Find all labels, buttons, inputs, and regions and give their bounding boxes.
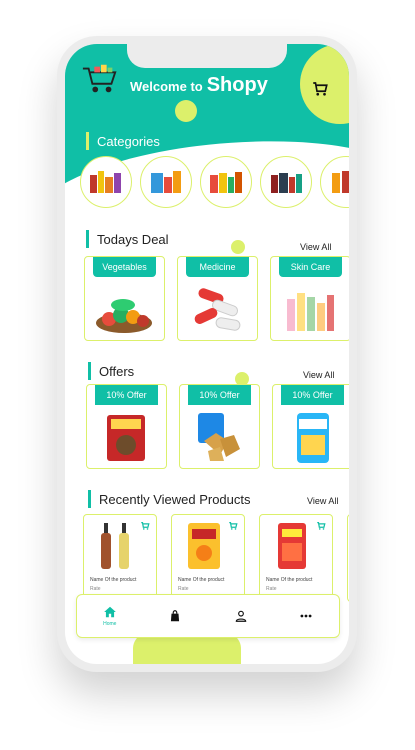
category-grocery-items[interactable] (200, 156, 252, 208)
oil-pouch-image (188, 523, 220, 569)
brand-name: Shopy (206, 74, 268, 96)
profile-icon (235, 610, 247, 622)
phone-frame: Welcome to Shopy Categories Todays Deal … (57, 36, 357, 672)
product-name: Name Of the product (90, 577, 137, 583)
masala-pack-image (107, 415, 145, 461)
welcome-text: Welcome to (130, 79, 203, 94)
todays-deal-view-all-link[interactable]: View All (300, 242, 331, 252)
recently-viewed-list: Name Of the product Rate Name Of the pro… (83, 514, 349, 602)
categories-heading: Categories (86, 132, 160, 150)
oil-bottles-image (101, 523, 129, 569)
spices-image (90, 171, 121, 193)
add-to-cart-icon[interactable] (140, 521, 150, 531)
packaged-foods-image (151, 171, 181, 193)
offer-label: 10% Offer (188, 385, 251, 405)
category-household[interactable] (320, 156, 349, 208)
offer-label: 10% Offer (95, 385, 158, 405)
category-spices[interactable] (80, 156, 132, 208)
offer-card[interactable]: 10% Offer (179, 384, 260, 469)
phone-notch (127, 44, 287, 68)
deal-label: Skin Care (279, 257, 342, 277)
snack-pack-image (297, 413, 329, 463)
product-name: Name Of the product (266, 577, 313, 583)
product-rate: Rate (266, 586, 277, 592)
vegetables-image (96, 299, 152, 333)
chips-pack-image (198, 413, 240, 461)
categories-title: Categories (97, 133, 160, 149)
shopping-bag-icon (171, 610, 180, 622)
home-icon (103, 606, 116, 618)
nav-home[interactable]: Home (90, 596, 130, 636)
welcome-banner: Welcome to Shopy (130, 74, 268, 97)
add-to-cart-icon[interactable] (316, 521, 326, 531)
todays-deal-title: Todays Deal (97, 231, 169, 247)
bottom-navigation: Home (76, 594, 340, 638)
deal-label: Medicine (186, 257, 249, 277)
deal-card-skin-care[interactable]: Skin Care (270, 256, 349, 341)
shopping-cart-logo-icon (82, 64, 117, 93)
product-card[interactable]: Name Of the product Rate (83, 514, 157, 602)
category-beverages[interactable] (260, 156, 312, 208)
app-screen: Welcome to Shopy Categories Todays Deal … (65, 44, 349, 664)
decorative-dot (231, 240, 245, 254)
nav-home-label: Home (103, 621, 117, 627)
household-image (332, 171, 349, 193)
add-to-cart-icon[interactable] (228, 521, 238, 531)
recently-viewed-view-all-link[interactable]: View All (307, 496, 338, 506)
nav-shopping-bag[interactable] (155, 596, 195, 636)
product-rate: Rate (90, 586, 101, 592)
offer-card[interactable]: 10% Offer (272, 384, 349, 469)
nav-profile[interactable] (221, 596, 261, 636)
todays-deal-list: Vegetables Medicine Skin Care (84, 256, 349, 341)
decorative-dot (175, 100, 197, 122)
chilli-powder-pack-image (278, 523, 306, 569)
grocery-items-image (210, 172, 242, 193)
category-list (80, 156, 349, 208)
deal-card-vegetables[interactable]: Vegetables (84, 256, 165, 341)
cart-icon[interactable] (311, 80, 329, 98)
offers-heading: Offers (88, 362, 134, 380)
offer-label: 10% Offer (281, 385, 344, 405)
category-packaged-foods[interactable] (140, 156, 192, 208)
skin-care-image (287, 293, 334, 331)
deal-label: Vegetables (93, 257, 156, 277)
product-name: Name Of the product (178, 577, 225, 583)
offer-card[interactable]: 10% Offer (86, 384, 167, 469)
offers-title: Offers (99, 363, 135, 379)
recently-viewed-heading: Recently Viewed Products (88, 490, 251, 508)
todays-deal-heading: Todays Deal (86, 230, 169, 248)
product-card-partial[interactable] (347, 514, 349, 602)
more-icon (300, 614, 312, 618)
product-card[interactable]: Name Of the product Rate (171, 514, 245, 602)
medicine-image (194, 288, 241, 331)
beverages-image (271, 173, 302, 193)
product-card[interactable]: Name Of the product Rate (259, 514, 333, 602)
deal-card-medicine[interactable]: Medicine (177, 256, 258, 341)
offers-list: 10% Offer 10% Offer 10% Offer (86, 384, 349, 469)
product-rate: Rate (178, 586, 189, 592)
offers-view-all-link[interactable]: View All (303, 370, 334, 380)
nav-more[interactable] (286, 596, 326, 636)
recently-viewed-title: Recently Viewed Products (99, 491, 251, 507)
